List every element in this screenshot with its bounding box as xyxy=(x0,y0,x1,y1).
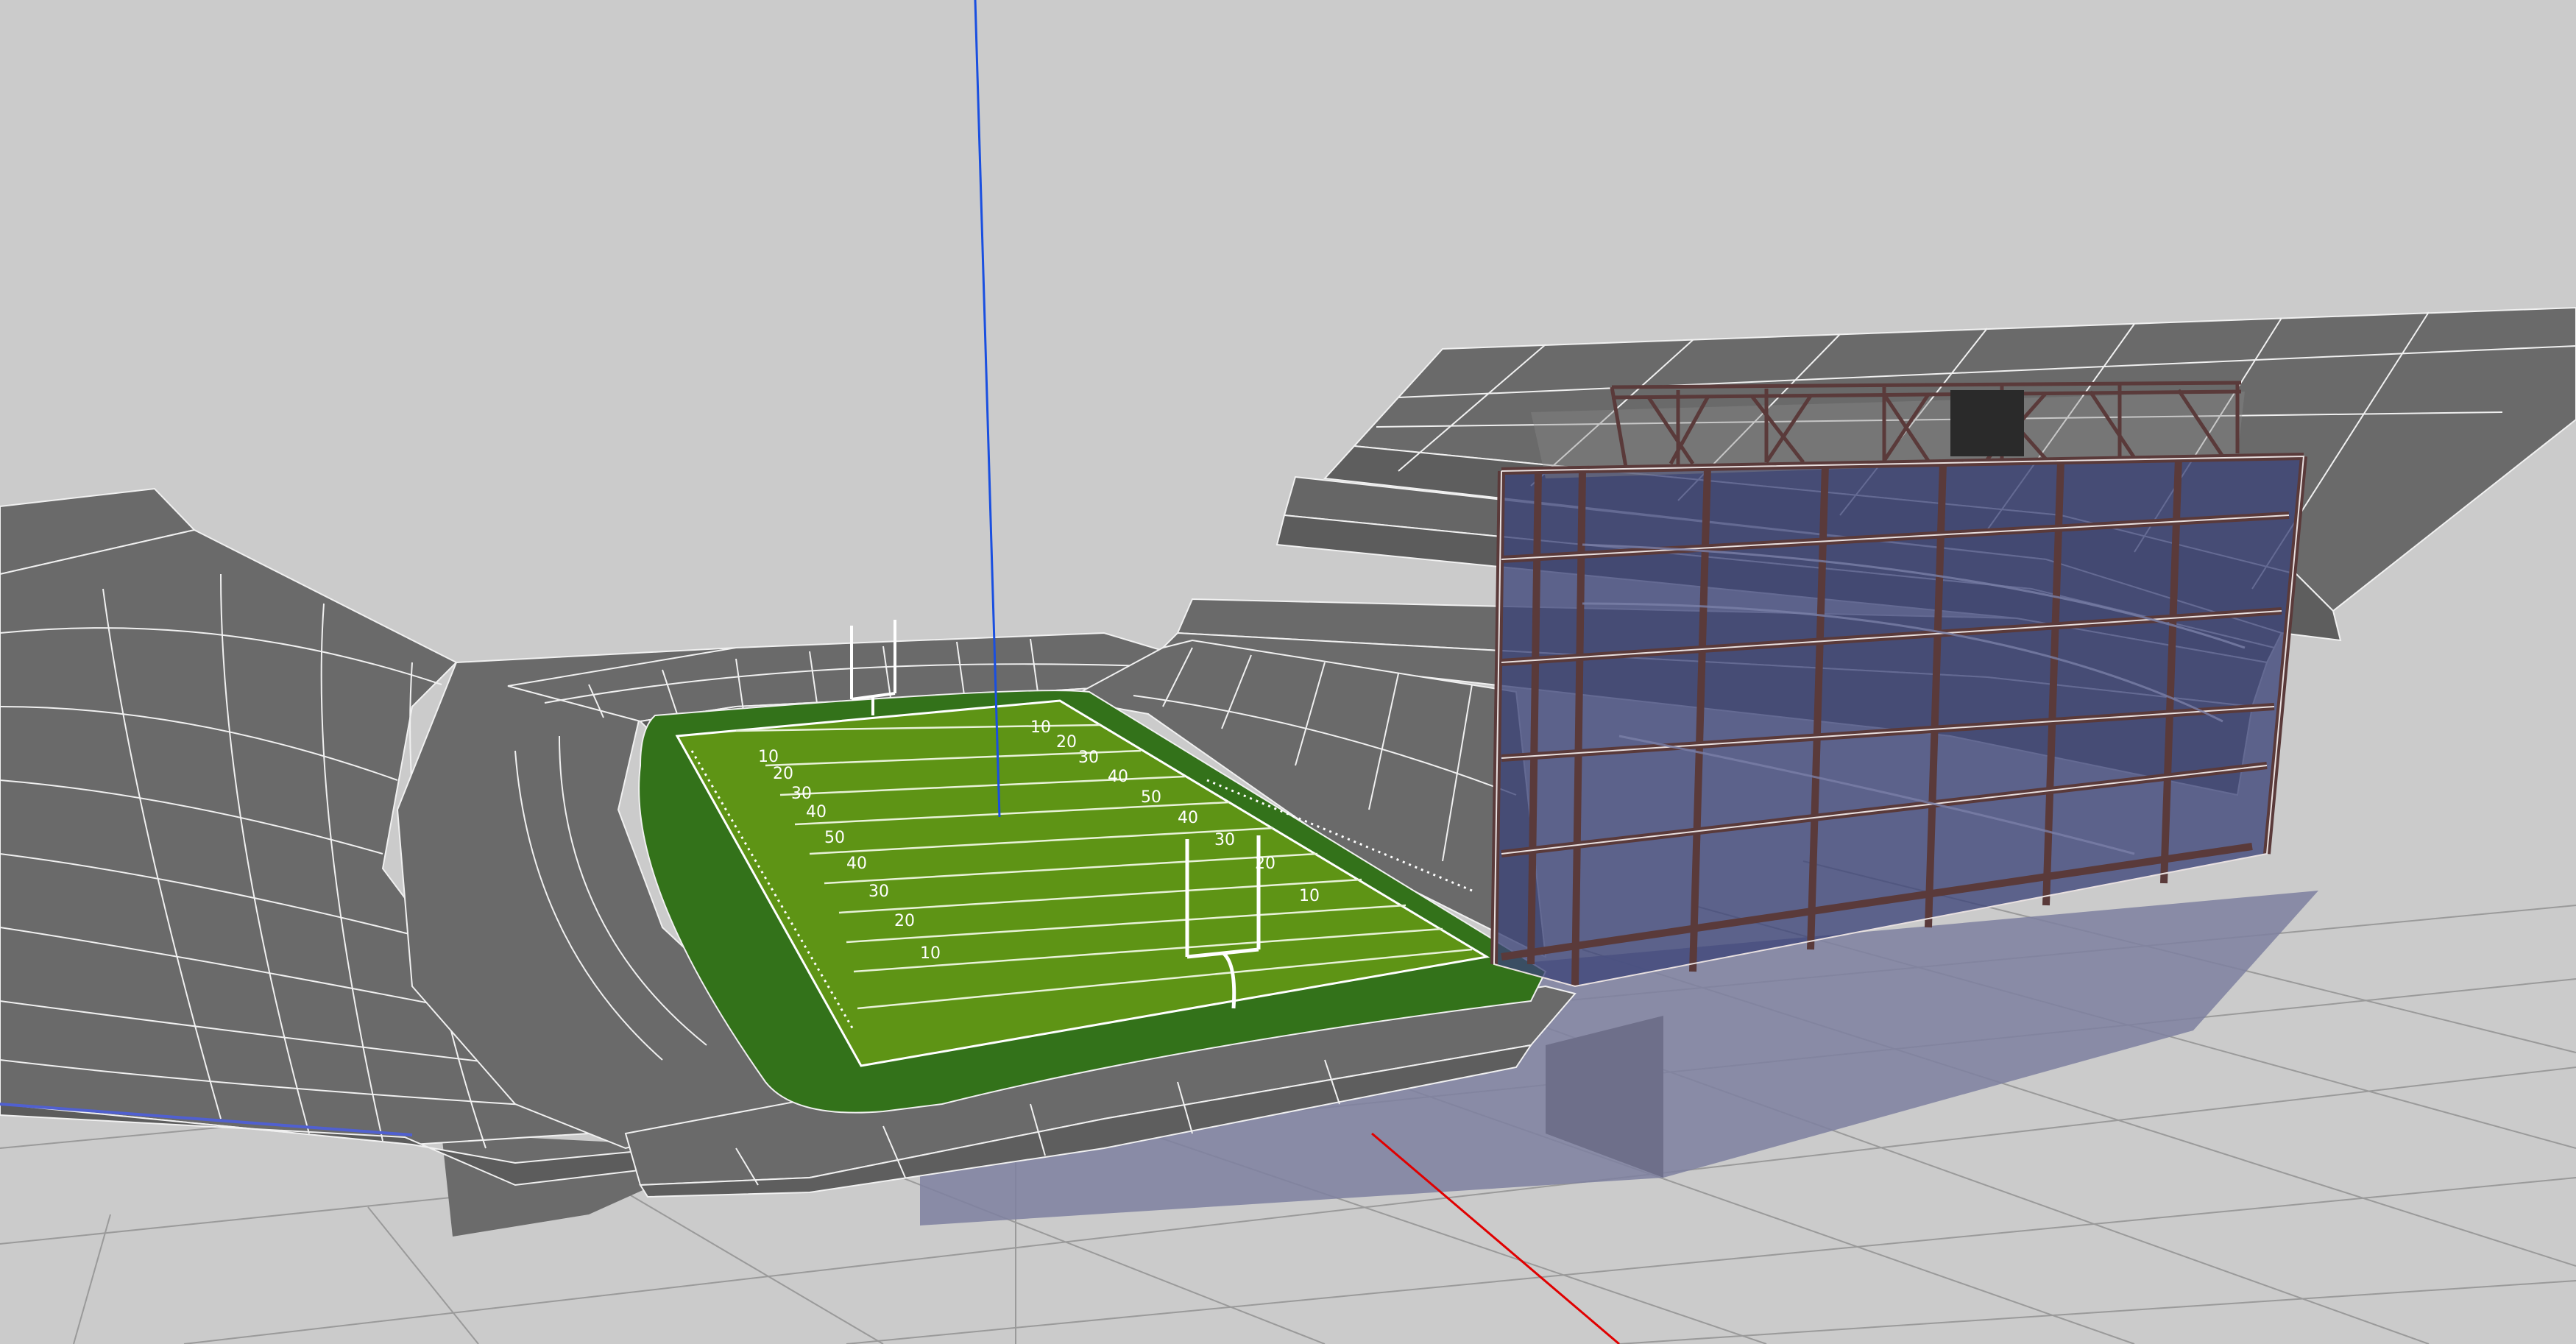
yard-number: 10 xyxy=(758,748,779,766)
yard-number: 10 xyxy=(1299,887,1320,905)
yard-number: 10 xyxy=(1030,718,1051,737)
yard-number: 50 xyxy=(1141,788,1161,807)
yard-number: 40 xyxy=(806,803,827,821)
yard-number: 30 xyxy=(868,883,889,901)
yard-number: 40 xyxy=(1108,768,1128,786)
yard-number: 10 xyxy=(920,944,941,963)
yard-number: 30 xyxy=(791,785,812,803)
yard-number: 40 xyxy=(1178,809,1198,827)
3d-model-viewport[interactable]: 10 20 30 40 50 40 30 20 10 10 20 30 40 5… xyxy=(0,0,2576,1344)
yard-number: 20 xyxy=(1056,733,1077,751)
yard-number: 20 xyxy=(773,765,793,783)
glass-tower xyxy=(1490,381,2307,988)
yard-number: 40 xyxy=(846,855,867,873)
yard-number: 50 xyxy=(824,829,845,847)
stadium-scene: 10 20 30 40 50 40 30 20 10 10 20 30 40 5… xyxy=(0,0,2576,1344)
roof-vent xyxy=(1950,390,2024,456)
yard-number: 30 xyxy=(1214,831,1235,849)
yard-number: 30 xyxy=(1078,749,1099,767)
yard-number: 20 xyxy=(894,912,915,930)
